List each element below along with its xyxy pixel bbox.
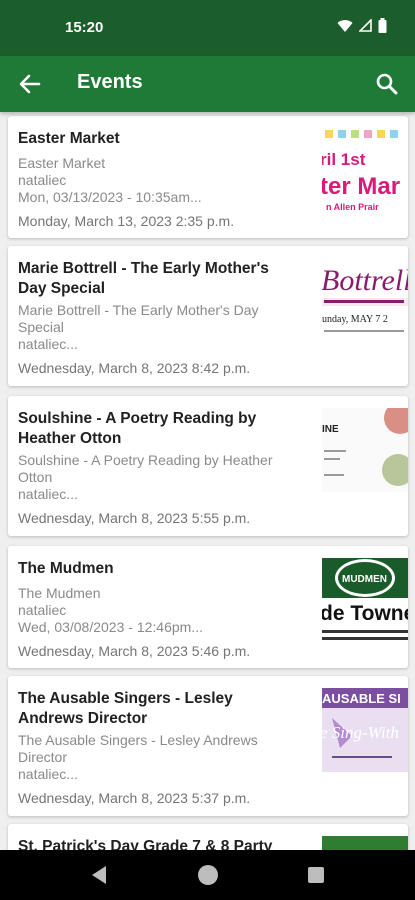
search-icon[interactable] (373, 70, 401, 98)
event-card[interactable]: The Mudmen The Mudmen nataliec Wed, 03/0… (8, 546, 408, 668)
thumb-text: de Towne (322, 602, 408, 625)
event-card[interactable]: Easter Market Easter Market nataliec Mon… (8, 116, 408, 238)
event-thumbnail[interactable]: Bottrell unday, MAY 7 2 (322, 258, 408, 342)
event-title: St. Patrick's Day Grade 7 & 8 Party (18, 838, 273, 850)
back-arrow-icon[interactable] (16, 70, 44, 98)
event-title: The Ausable Singers - Lesley Andrews Dir… (18, 690, 233, 727)
event-line: nataliec (18, 172, 67, 188)
battery-icon (378, 18, 387, 33)
event-title: Easter Market (18, 130, 120, 147)
event-date: Wednesday, March 8, 2023 5:46 p.m. (18, 643, 251, 659)
thumb-text: ter Mar (322, 173, 400, 200)
event-thumbnail[interactable]: MUDMEN de Towne (322, 558, 408, 642)
system-nav-bar (0, 850, 415, 900)
event-card[interactable]: Soulshine - A Poetry Reading by Heather … (8, 396, 408, 536)
status-bar: 15:20 (0, 0, 415, 56)
wifi-icon (337, 19, 353, 32)
event-date: Wednesday, March 8, 2023 8:42 p.m. (18, 360, 251, 376)
event-date: Wednesday, March 8, 2023 5:55 p.m. (18, 510, 251, 526)
event-line: The Mudmen (18, 585, 101, 601)
event-line: The Ausable Singers - Lesley Andrews Dir… (18, 732, 258, 765)
thumb-text: unday, MAY 7 2 (322, 314, 388, 325)
app-bar: Events (0, 56, 415, 112)
event-line: nataliec... (18, 766, 78, 782)
event-card[interactable]: St. Patrick's Day Grade 7 & 8 Party (8, 824, 408, 850)
status-icons (337, 18, 387, 33)
event-date: Monday, March 13, 2023 2:35 p.m. (18, 213, 235, 229)
thumb-text: INE (322, 424, 339, 435)
event-thumbnail-image: INE (322, 408, 408, 486)
event-card[interactable]: The Ausable Singers - Lesley Andrews Dir… (8, 676, 408, 816)
event-title: Soulshine - A Poetry Reading by Heather … (18, 410, 257, 447)
page-title: Events (77, 71, 143, 93)
event-line: nataliec (18, 602, 67, 618)
event-date: Wednesday, March 8, 2023 5:37 p.m. (18, 790, 251, 806)
event-thumbnail-image: AUSABLE SI e Sing-With (322, 688, 408, 758)
thumb-text: ril 1st (322, 150, 366, 169)
events-list[interactable]: Easter Market Easter Market nataliec Mon… (0, 112, 415, 850)
nav-home-icon[interactable] (198, 865, 218, 885)
event-line: Soulshine - A Poetry Reading by Heather … (18, 452, 273, 485)
event-thumbnail[interactable]: AUSABLE SI e Sing-With (322, 688, 408, 772)
event-thumbnail[interactable]: ril 1st ter Mar n Allen Prair (322, 128, 408, 212)
event-line: Mon, 03/13/2023 - 10:35am... (18, 189, 202, 205)
nav-recents-icon[interactable] (308, 867, 324, 883)
event-line: Marie Bottrell - The Early Mother's Day … (18, 302, 259, 335)
nav-back-icon[interactable] (90, 865, 108, 885)
event-line: nataliec... (18, 336, 78, 352)
event-line: Easter Market (18, 155, 106, 171)
thumb-text: e Sing-With (322, 723, 399, 742)
event-thumbnail-image: Bottrell unday, MAY 7 2 (322, 264, 408, 332)
thumb-text: MUDMEN (342, 574, 387, 585)
event-thumbnail[interactable] (322, 836, 408, 850)
event-title: Marie Bottrell - The Early Mother's Day … (18, 260, 269, 297)
event-title: The Mudmen (18, 560, 114, 577)
event-thumbnail[interactable]: INE (322, 408, 408, 492)
thumb-text: Bottrell (322, 264, 408, 297)
event-line: Wed, 03/08/2023 - 12:46pm... (18, 619, 203, 635)
status-time: 15:20 (65, 19, 104, 36)
cell-signal-icon (359, 19, 372, 32)
thumb-text: AUSABLE SI (322, 691, 401, 706)
event-thumbnail-image: MUDMEN de Towne (322, 558, 408, 640)
event-line: nataliec... (18, 486, 78, 502)
thumb-text: n Allen Prair (326, 202, 379, 212)
event-card[interactable]: Marie Bottrell - The Early Mother's Day … (8, 246, 408, 386)
event-thumbnail-image: ril 1st ter Mar n Allen Prair (322, 130, 400, 212)
